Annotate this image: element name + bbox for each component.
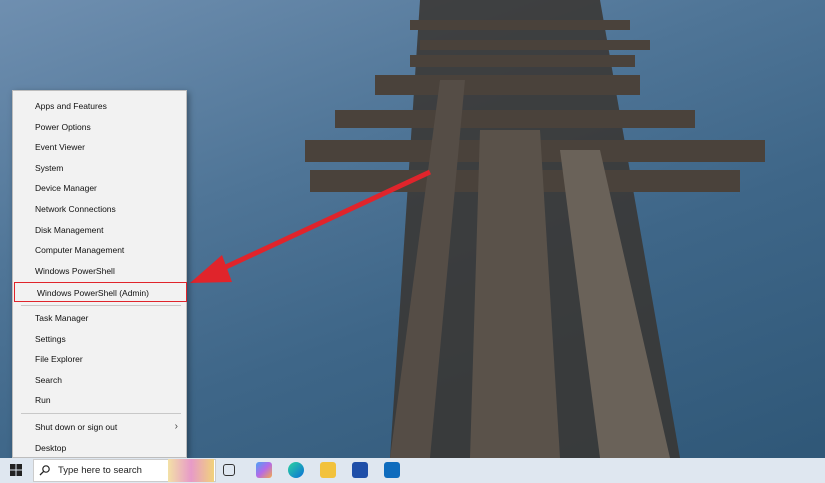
menu-item-apps-and-features[interactable]: Apps and Features: [13, 96, 186, 116]
menu-item-settings[interactable]: Settings: [13, 329, 186, 349]
file-explorer-icon[interactable]: [320, 462, 336, 478]
menu-item-event-viewer[interactable]: Event Viewer: [13, 137, 186, 157]
chevron-right-icon: ›: [174, 421, 178, 432]
windows-start-icon[interactable]: [10, 464, 22, 476]
menu-item-network-connections[interactable]: Network Connections: [13, 199, 186, 219]
menu-separator: [21, 305, 181, 306]
copilot-icon[interactable]: [256, 462, 272, 478]
search-placeholder: Type here to search: [58, 465, 142, 476]
winx-context-menu: Apps and Features Power Options Event Vi…: [12, 90, 187, 458]
menu-item-search[interactable]: Search: [13, 370, 186, 390]
menu-item-task-manager[interactable]: Task Manager: [13, 308, 186, 328]
outlook-icon[interactable]: [384, 462, 400, 478]
menu-item-power-options[interactable]: Power Options: [13, 117, 186, 137]
menu-item-shut-down[interactable]: Shut down or sign out ›: [13, 417, 186, 437]
menu-item-computer-management[interactable]: Computer Management: [13, 240, 186, 260]
search-icon: [39, 465, 50, 476]
menu-separator: [21, 413, 181, 414]
edge-icon[interactable]: [288, 462, 304, 478]
menu-item-windows-powershell[interactable]: Windows PowerShell: [13, 261, 186, 281]
menu-item-device-manager[interactable]: Device Manager: [13, 178, 186, 198]
menu-item-desktop[interactable]: Desktop: [13, 438, 186, 458]
search-highlight-lotus-icon: [168, 459, 214, 482]
menu-item-label: Shut down or sign out: [35, 422, 118, 432]
menu-item-disk-management[interactable]: Disk Management: [13, 220, 186, 240]
menu-item-run[interactable]: Run: [13, 390, 186, 410]
menu-item-file-explorer[interactable]: File Explorer: [13, 349, 186, 369]
menu-item-system[interactable]: System: [13, 158, 186, 178]
menu-item-windows-powershell-admin[interactable]: Windows PowerShell (Admin): [14, 282, 187, 302]
task-view-icon[interactable]: [223, 464, 235, 476]
microsoft-store-icon[interactable]: [352, 462, 368, 478]
